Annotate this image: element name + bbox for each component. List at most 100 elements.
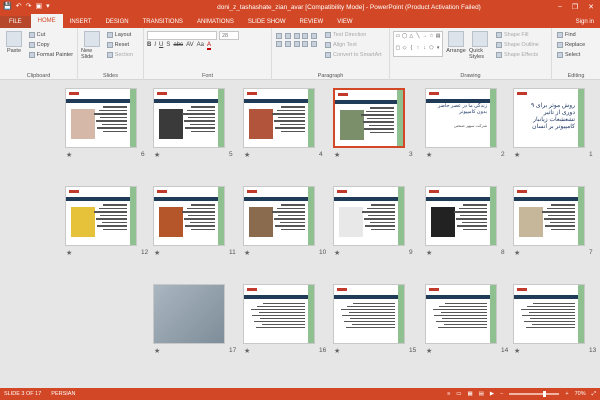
up-arrow-shape-icon[interactable]: ↑ (415, 45, 421, 56)
transition-star-icon[interactable]: ★ (514, 151, 520, 159)
select-button[interactable]: Select (557, 51, 585, 59)
layout-button[interactable]: Layout (106, 31, 133, 39)
zoom-out-icon[interactable]: − (500, 391, 503, 397)
zoom-in-icon[interactable]: + (565, 391, 568, 397)
tab-design[interactable]: DESIGN (99, 16, 136, 28)
tab-review[interactable]: REVIEW (293, 16, 331, 28)
slide-thumbnail[interactable] (513, 186, 585, 246)
normal-view-icon[interactable]: ▭ (456, 391, 461, 397)
shape-outline-button[interactable]: Shape Outline (496, 41, 539, 49)
italic-button[interactable]: I (154, 42, 156, 50)
transition-star-icon[interactable]: ★ (426, 347, 432, 355)
transition-star-icon[interactable]: ★ (334, 151, 340, 159)
customize-qat-icon[interactable]: ▾ (46, 2, 50, 12)
slide-thumbnail[interactable] (153, 186, 225, 246)
transition-star-icon[interactable]: ★ (154, 249, 160, 257)
transition-star-icon[interactable]: ★ (514, 347, 520, 355)
zoom-slider[interactable] (509, 391, 560, 397)
text-direction-button[interactable]: Text Direction (325, 31, 382, 39)
close-button[interactable]: ✕ (588, 3, 594, 11)
copy-button[interactable]: Copy (28, 41, 73, 49)
diamond-shape-icon[interactable]: ◇ (402, 45, 408, 56)
slide-thumbnail[interactable] (153, 88, 225, 148)
slide-thumbnail[interactable] (333, 88, 405, 148)
redo-icon[interactable]: ↷ (26, 2, 32, 12)
replace-button[interactable]: Replace (557, 41, 585, 49)
font-size-combo[interactable]: 28 (219, 31, 239, 40)
decrease-indent-icon[interactable] (293, 33, 300, 39)
increase-indent-icon[interactable] (302, 33, 309, 39)
transition-star-icon[interactable]: ★ (334, 347, 340, 355)
tab-animations[interactable]: ANIMATIONS (190, 16, 241, 28)
oval-shape-icon[interactable]: ◯ (402, 33, 408, 44)
slide-thumbnail[interactable] (333, 284, 405, 344)
undo-icon[interactable]: ↶ (16, 2, 22, 12)
tab-insert[interactable]: INSERT (63, 16, 99, 28)
zoom-level[interactable]: 70% (575, 391, 586, 397)
transition-star-icon[interactable]: ★ (426, 249, 432, 257)
textbox-shape-icon[interactable]: ▤ (435, 33, 441, 44)
justify-icon[interactable] (302, 41, 309, 47)
transition-star-icon[interactable]: ★ (154, 347, 160, 355)
save-icon[interactable]: 💾 (3, 2, 12, 12)
reading-view-icon[interactable]: ▤ (479, 391, 484, 397)
brace-shape-icon[interactable]: { (408, 45, 414, 56)
paste-button[interactable]: Paste (3, 31, 25, 54)
bold-button[interactable]: B (147, 42, 151, 50)
align-left-icon[interactable] (276, 41, 282, 47)
slide-thumbnail[interactable] (243, 284, 315, 344)
slide-show-view-icon[interactable]: ▶ (490, 391, 494, 397)
more-shapes-icon[interactable]: ▾ (435, 45, 441, 56)
triangle-shape-icon[interactable]: △ (408, 33, 414, 44)
format-painter-button[interactable]: Format Painter (28, 51, 73, 59)
numbering-icon[interactable] (284, 33, 291, 39)
restore-button[interactable]: ❐ (572, 3, 578, 11)
align-center-icon[interactable] (284, 41, 291, 47)
slide-thumbnail[interactable] (65, 88, 137, 148)
slide-thumbnail[interactable] (333, 186, 405, 246)
shadow-button[interactable]: S (166, 42, 170, 50)
start-from-beginning-icon[interactable]: ▣ (35, 2, 42, 12)
rounded-rect-shape-icon[interactable]: ▢ (395, 45, 401, 56)
slide-sorter-view-icon[interactable]: ▦ (468, 391, 473, 397)
slide-thumbnail[interactable] (243, 88, 315, 148)
star-shape-icon[interactable]: ☆ (429, 33, 435, 44)
reset-button[interactable]: Reset (106, 41, 133, 49)
transition-star-icon[interactable]: ★ (244, 347, 250, 355)
slide-thumbnail[interactable] (513, 284, 585, 344)
font-color-button[interactable]: A (206, 42, 211, 50)
line-spacing-icon[interactable] (311, 33, 318, 39)
change-case-button[interactable]: Aa (197, 42, 204, 50)
quick-styles-button[interactable]: Quick Styles (469, 31, 491, 60)
sign-in-link[interactable]: Sign in (576, 16, 600, 28)
new-slide-button[interactable]: New Slide (81, 31, 103, 60)
slide-thumbnail[interactable] (425, 284, 497, 344)
down-arrow-shape-icon[interactable]: ↓ (422, 45, 428, 56)
transition-star-icon[interactable]: ★ (334, 249, 340, 257)
slide-thumbnail[interactable] (425, 186, 497, 246)
slide-thumbnail[interactable]: ۹ روش موثر برای دوری از تاثیر تشعشعات زی… (513, 88, 585, 148)
shapes-gallery[interactable]: ▭ ◯ △ ╲ → ☆ ▤ ▢ ◇ { ↑ ↓ ⬠ ▾ (393, 31, 443, 57)
transition-star-icon[interactable]: ★ (244, 249, 250, 257)
line-shape-icon[interactable]: ╲ (415, 33, 421, 44)
tab-view[interactable]: VIEW (330, 16, 359, 28)
transition-star-icon[interactable]: ★ (244, 151, 250, 159)
transition-star-icon[interactable]: ★ (66, 151, 72, 159)
slide-sorter[interactable]: ۹ روش موثر برای دوری از تاثیر تشعشعات زی… (0, 80, 600, 388)
font-name-combo[interactable] (147, 31, 217, 40)
shape-fill-button[interactable]: Shape Fill (496, 31, 539, 39)
fit-slide-icon[interactable]: ⤢ (592, 391, 596, 398)
slide-thumbnail[interactable] (153, 284, 225, 344)
slide-counter[interactable]: SLIDE 3 OF 17 (4, 391, 41, 397)
convert-smartart-button[interactable]: Convert to SmartArt (325, 51, 382, 59)
transition-star-icon[interactable]: ★ (514, 249, 520, 257)
transition-star-icon[interactable]: ★ (66, 249, 72, 257)
align-right-icon[interactable] (293, 41, 300, 47)
arrow-shape-icon[interactable]: → (422, 33, 428, 44)
rectangle-shape-icon[interactable]: ▭ (395, 33, 401, 44)
language-indicator[interactable]: PERSIAN (51, 391, 75, 397)
tab-transitions[interactable]: TRANSITIONS (136, 16, 190, 28)
transition-star-icon[interactable]: ★ (426, 151, 432, 159)
arrange-button[interactable]: Arrange (446, 31, 466, 60)
strikethrough-button[interactable]: abc (173, 42, 183, 50)
